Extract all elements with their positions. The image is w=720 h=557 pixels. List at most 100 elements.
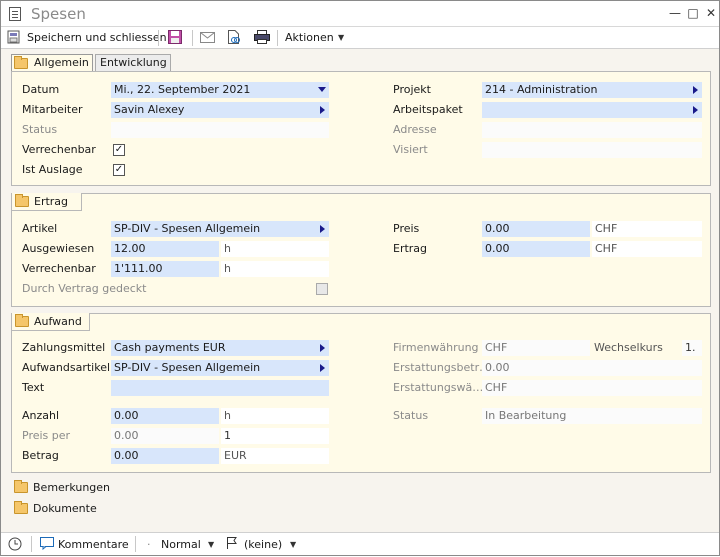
preis-per-value: 0.00 (114, 429, 139, 442)
chevron-right-icon[interactable] (320, 344, 325, 352)
ertrag-unit: CHF (592, 241, 702, 257)
mail-icon[interactable] (199, 29, 217, 47)
mitarbeiter-field[interactable]: Savin Alexey (111, 102, 329, 118)
link-document-icon[interactable] (225, 29, 243, 47)
zahlungsmittel-value: Cash payments EUR (114, 341, 226, 354)
chevron-right-icon[interactable] (693, 86, 698, 94)
save-icon[interactable] (167, 29, 185, 47)
datum-field[interactable]: Mi., 22. September 2021 (111, 82, 329, 98)
ausgewiesen-unit: h (221, 241, 329, 257)
aufwandsartikel-field[interactable]: SP-DIV - Spesen Allgemein (111, 360, 329, 376)
ist-auslage-checkbox[interactable]: ✓ (113, 164, 125, 176)
chevron-down-icon[interactable] (318, 87, 326, 92)
preis-value: 0.00 (485, 222, 510, 235)
zahlungsmittel-label: Zahlungsmittel (22, 341, 106, 354)
folder-icon (14, 480, 28, 493)
anzahl-unit: h (221, 408, 329, 424)
comment-icon[interactable] (39, 536, 55, 553)
tab-entwicklung[interactable]: Entwicklung (95, 54, 171, 71)
erstattungswaehrung-field: CHF (482, 380, 702, 396)
tab-allgemein[interactable]: Allgemein (11, 54, 93, 71)
folder-icon (15, 194, 29, 207)
priority-dropdown-icon[interactable]: ▼ (208, 536, 214, 553)
artikel-label: Artikel (22, 222, 58, 235)
erstattungsbetrag-field: 0.00 (482, 360, 702, 376)
verrechenbar-checkbox[interactable]: ✓ (113, 144, 125, 156)
arbeitspaket-field[interactable] (482, 102, 702, 118)
folder-icon (15, 314, 29, 327)
vertrag-label: Durch Vertrag gedeckt (22, 282, 147, 295)
text-field[interactable] (111, 380, 329, 396)
mitarbeiter-value: Savin Alexey (114, 103, 185, 116)
bemerkungen-title: Bemerkungen (33, 481, 111, 494)
ausgewiesen-label: Ausgewiesen (22, 242, 95, 255)
ausgewiesen-field[interactable]: 12.00 (111, 241, 219, 257)
toolbar: Speichern und schliessen Aktionen ▼ (1, 27, 719, 49)
print-icon[interactable] (253, 29, 271, 47)
tab-allgemein-label: Allgemein (34, 56, 89, 69)
anzahl-label: Anzahl (22, 409, 60, 422)
verrechenbar-label: Verrechenbar (22, 262, 96, 275)
zahlungsmittel-field[interactable]: Cash payments EUR (111, 340, 329, 356)
verrechenbar-value: 1'111.00 (114, 262, 163, 275)
chevron-right-icon[interactable] (320, 106, 325, 114)
ertrag-title: Ertrag (34, 195, 69, 208)
text-label: Text (22, 381, 45, 394)
maximize-icon[interactable]: □ (685, 5, 701, 21)
projekt-label: Projekt (393, 83, 431, 96)
kommentare-button[interactable]: Kommentare (58, 536, 129, 553)
verrechenbar-field[interactable]: 1'111.00 (111, 261, 219, 277)
tab-entwicklung-label: Entwicklung (100, 56, 167, 69)
datum-label: Datum (22, 83, 60, 96)
save-close-button[interactable]: Speichern und schliessen (27, 29, 167, 47)
preis-field[interactable]: 0.00 (482, 221, 590, 237)
close-icon[interactable]: ✕ (703, 5, 719, 21)
firmenwaehrung-label: Firmenwährung (393, 341, 479, 354)
adresse-label: Adresse (393, 123, 437, 136)
aufwand-panel: Aufwand Zahlungsmittel Cash payments EUR… (11, 313, 711, 473)
erstattungsbetrag-label: Erstattungsbetr… (393, 361, 491, 374)
actions-menu[interactable]: Aktionen (285, 29, 334, 47)
ertrag-panel: Ertrag Artikel SP-DIV - Spesen Allgemein… (11, 193, 711, 307)
dokumente-section[interactable]: Dokumente (11, 500, 131, 518)
folder-icon (14, 501, 28, 514)
history-icon[interactable] (7, 536, 25, 553)
firmenwaehrung-field: CHF (482, 340, 590, 356)
wechselkurs-field: 1. (682, 340, 702, 356)
aufwand-status-field: In Bearbeitung (482, 408, 702, 424)
bemerkungen-section[interactable]: Bemerkungen (11, 479, 131, 497)
ertrag-field[interactable]: 0.00 (482, 241, 590, 257)
minimize-icon[interactable]: — (667, 5, 683, 21)
artikel-field[interactable]: SP-DIV - Spesen Allgemein (111, 221, 329, 237)
folder-icon (14, 56, 28, 69)
aufwand-header[interactable]: Aufwand (12, 313, 90, 331)
aufwandsartikel-value: SP-DIV - Spesen Allgemein (114, 361, 261, 374)
chevron-right-icon[interactable] (320, 225, 325, 233)
projekt-field[interactable]: 214 - Administration (482, 82, 702, 98)
betrag-label: Betrag (22, 449, 59, 462)
betrag-field[interactable]: 0.00 (111, 448, 219, 464)
verrechenbar-unit: h (221, 261, 329, 277)
preis-per-unit: 1 (221, 428, 329, 444)
anzahl-field[interactable]: 0.00 (111, 408, 219, 424)
anzahl-value: 0.00 (114, 409, 139, 422)
actions-dropdown-icon[interactable]: ▼ (338, 29, 344, 47)
dokumente-title: Dokumente (33, 502, 97, 515)
preis-unit: CHF (592, 221, 702, 237)
ist-auslage-label: Ist Auslage (22, 163, 83, 176)
verrechenbar-label: Verrechenbar (22, 143, 96, 156)
save-close-icon[interactable] (7, 29, 21, 47)
visiert-label: Visiert (393, 143, 428, 156)
status-label: Status (22, 123, 58, 136)
flag-dropdown-icon[interactable]: ▼ (290, 536, 296, 553)
ertrag-header[interactable]: Ertrag (12, 193, 82, 211)
erstattungswaehrung-label: Erstattungswä… (393, 381, 484, 394)
chevron-right-icon[interactable] (693, 106, 698, 114)
priority-dropdown[interactable]: Normal (161, 536, 201, 553)
flag-dropdown[interactable]: (keine) (244, 536, 282, 553)
artikel-value: SP-DIV - Spesen Allgemein (114, 222, 261, 235)
chevron-right-icon[interactable] (320, 364, 325, 372)
ertrag-value: 0.00 (485, 242, 510, 255)
flag-icon[interactable] (225, 536, 241, 553)
betrag-unit: EUR (221, 448, 329, 464)
